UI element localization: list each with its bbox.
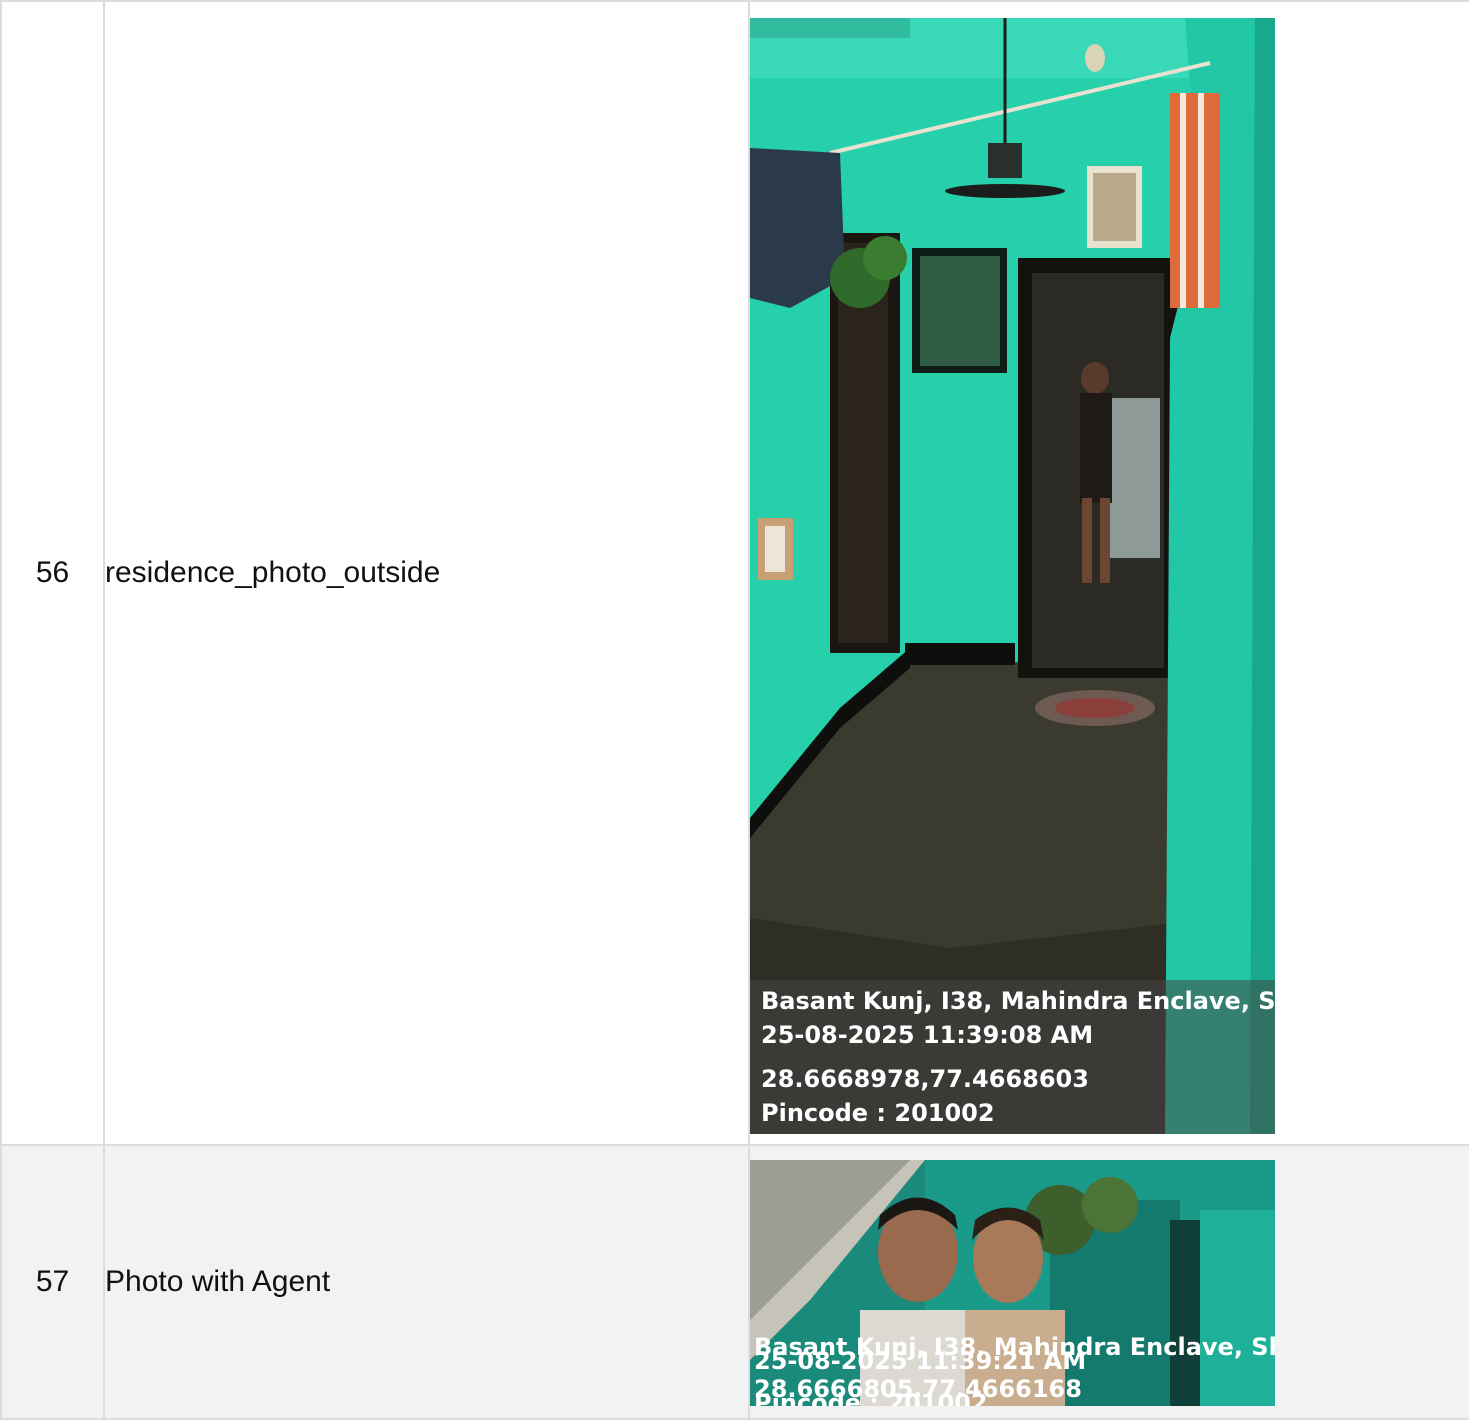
geo-stamp: Basant Kunj, I38, Mahindra Enclave, Shas… — [750, 980, 1275, 1134]
row-number: 56 — [0, 0, 105, 1146]
agent-photo[interactable]: Basant Kunj, I38, Mahindra Enclave, Shas… — [750, 1160, 1275, 1406]
row-label: Photo with Agent — [103, 1144, 750, 1420]
stamp-coordinates: 28.6668978,77.4668603 — [761, 1065, 1089, 1093]
stamp-pincode: Pincode : 201002 — [761, 1099, 995, 1127]
stamp-pincode: Pincode : 201002 — [754, 1389, 988, 1406]
table-row: 56 residence_photo_outside Basant Kunj, … — [0, 0, 1469, 1146]
report-table: 56 residence_photo_outside Basant Kunj, … — [0, 0, 1469, 1420]
residence-photo-image — [750, 18, 1275, 1134]
row-number: 57 — [0, 1144, 105, 1420]
photo-cell: Basant Kunj, I38, Mahindra Enclave, Shas… — [748, 1144, 1469, 1420]
stamp-datetime: 25-08-2025 11:39:08 AM — [761, 1021, 1094, 1049]
table-row: 57 Photo with Agent Basant Kunj, I38, Ma… — [0, 1144, 1469, 1420]
photo-cell: Basant Kunj, I38, Mahindra Enclave, Shas… — [748, 0, 1469, 1146]
row-label: residence_photo_outside — [103, 0, 750, 1146]
stamp-address: Basant Kunj, I38, Mahindra Enclave, Shas… — [761, 987, 1275, 1015]
residence-photo[interactable]: Basant Kunj, I38, Mahindra Enclave, Shas… — [750, 18, 1275, 1134]
geo-stamp: Basant Kunj, I38, Mahindra Enclave, Shas… — [750, 1336, 1275, 1406]
